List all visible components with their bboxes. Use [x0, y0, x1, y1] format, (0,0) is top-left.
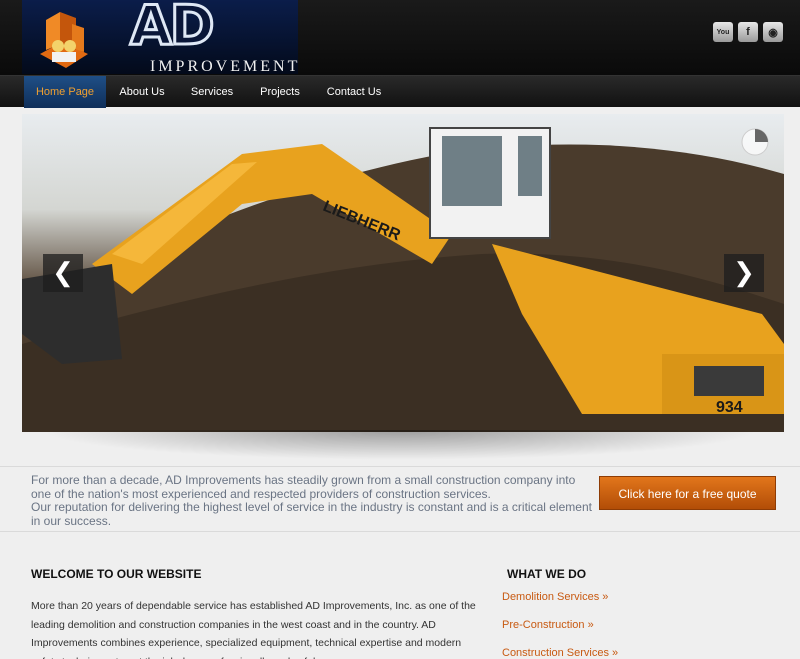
main-nav: Home Page About Us Services Projects Con…: [0, 75, 800, 108]
intro-line-2: Our reputation for delivering the highes…: [31, 500, 592, 528]
service-link-construction[interactable]: Construction Services »: [502, 647, 618, 659]
slider-prev-button[interactable]: ❮: [43, 254, 83, 292]
intro-line-1: For more than a decade, AD Improvements …: [31, 473, 576, 501]
machine-number: 934: [716, 399, 743, 416]
logo-word: IMPROVEMENTS: [150, 58, 298, 74]
nav-about[interactable]: About Us: [112, 76, 172, 108]
slider-timer-icon: [741, 128, 769, 156]
welcome-body: More than 20 years of dependable service…: [31, 600, 476, 659]
nav-home[interactable]: Home Page: [24, 76, 106, 108]
site-header: AD IMPROVEMENTS You f ◉: [0, 0, 800, 75]
free-quote-button[interactable]: Click here for a free quote: [599, 476, 776, 510]
hero-slider: LIEBHERR 934: [22, 114, 784, 432]
service-link-demolition[interactable]: Demolition Services »: [502, 591, 608, 603]
building-logo-icon: [40, 12, 88, 68]
intro-text: For more than a decade, AD Improvements …: [31, 473, 593, 528]
facebook-icon[interactable]: f: [738, 22, 758, 42]
youtube-icon[interactable]: You: [713, 22, 733, 42]
slider-next-button[interactable]: ❯: [724, 254, 764, 292]
nav-services[interactable]: Services: [183, 76, 241, 108]
welcome-heading: WELCOME TO OUR WEBSITE: [31, 567, 202, 581]
nav-projects[interactable]: Projects: [252, 76, 308, 108]
rss-icon[interactable]: ◉: [763, 22, 783, 42]
logo-letters: AD: [129, 0, 217, 59]
excavator-image: LIEBHERR 934: [22, 127, 784, 432]
what-we-do-heading: WHAT WE DO: [507, 567, 587, 581]
nav-contact[interactable]: Contact Us: [322, 76, 386, 108]
site-logo[interactable]: AD IMPROVEMENTS: [22, 0, 298, 74]
slider-shadow: [40, 430, 760, 460]
service-link-preconstruction[interactable]: Pre-Construction »: [502, 619, 594, 631]
